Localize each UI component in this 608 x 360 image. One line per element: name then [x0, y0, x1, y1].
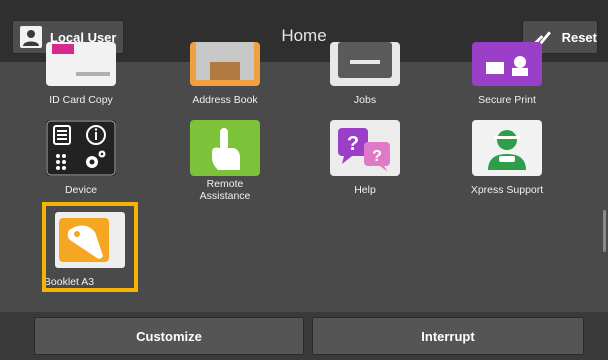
reset-label: Reset — [561, 29, 597, 45]
app-tile-xpress-support[interactable]: Xpress Support — [462, 120, 552, 200]
app-label: Remote Assistance — [199, 178, 251, 202]
scrollbar-thumb[interactable] — [603, 210, 606, 252]
app-tile-device[interactable]: Device — [36, 120, 126, 200]
interrupt-button[interactable]: Interrupt — [312, 317, 584, 355]
app-tile-secure-print[interactable]: Secure Print — [462, 42, 552, 112]
device-icon — [46, 120, 116, 176]
app-tile-id-card-copy[interactable]: ID Card Copy — [36, 42, 126, 112]
app-tile-jobs[interactable]: Jobs — [320, 42, 410, 112]
app-label: Xpress Support — [470, 184, 544, 196]
app-label: Address Book — [192, 94, 258, 106]
scrollbar[interactable] — [602, 62, 608, 312]
app-label: Jobs — [353, 94, 377, 106]
app-label: ID Card Copy — [49, 94, 113, 106]
app-label: Help — [354, 184, 376, 196]
jobs-icon — [330, 42, 400, 86]
help-icon: ? ? — [330, 120, 400, 176]
app-label: Secure Print — [478, 94, 536, 106]
selection-highlight — [42, 202, 138, 292]
app-tile-help[interactable]: ? ? Help — [320, 120, 410, 200]
id-card-copy-icon — [46, 42, 116, 86]
svg-text:?: ? — [372, 148, 382, 165]
secure-print-icon — [472, 42, 542, 86]
app-tile-address-book[interactable]: Address Book — [180, 42, 270, 112]
app-tile-remote-assistance[interactable]: Remote Assistance — [180, 120, 270, 210]
customize-button[interactable]: Customize — [34, 317, 304, 355]
svg-text:?: ? — [347, 133, 359, 155]
address-book-icon — [190, 42, 260, 86]
app-label: Device — [64, 184, 98, 196]
remote-assistance-icon — [190, 120, 260, 176]
bottom-bar: Customize Interrupt — [0, 312, 608, 360]
xpress-support-icon — [472, 120, 542, 176]
